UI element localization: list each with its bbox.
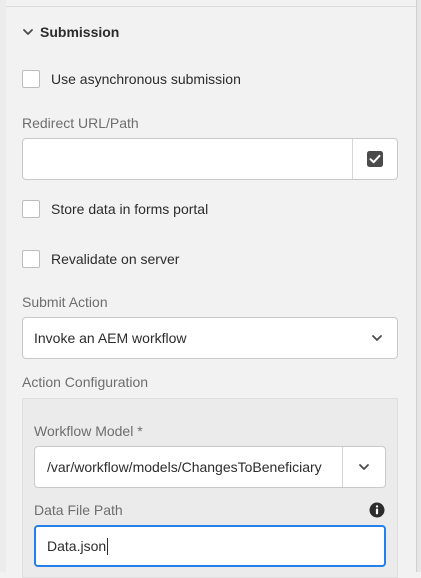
data-file-path-field[interactable]: Data.json bbox=[34, 525, 386, 567]
data-file-path-value: Data.json bbox=[47, 538, 107, 554]
chevron-down-icon bbox=[359, 464, 369, 470]
async-submission-checkbox[interactable] bbox=[22, 70, 40, 88]
submission-section-header[interactable]: Submission bbox=[22, 24, 119, 40]
submit-action-label: Submit Action bbox=[22, 294, 108, 310]
chevron-down-icon bbox=[357, 332, 397, 344]
data-file-path-label: Data File Path bbox=[34, 502, 123, 518]
revalidate-option[interactable]: Revalidate on server bbox=[22, 250, 179, 268]
store-portal-label: Store data in forms portal bbox=[51, 201, 209, 217]
info-icon[interactable] bbox=[369, 502, 385, 518]
revalidate-label: Revalidate on server bbox=[51, 251, 180, 267]
chevron-down-icon bbox=[23, 29, 33, 35]
divider bbox=[6, 6, 416, 7]
redirect-browse-button[interactable] bbox=[352, 139, 397, 179]
async-submission-label: Use asynchronous submission bbox=[51, 71, 241, 87]
workflow-model-label: Workflow Model * bbox=[34, 423, 143, 439]
submit-action-value: Invoke an AEM workflow bbox=[34, 330, 187, 346]
panel-scrollbar[interactable] bbox=[416, 0, 421, 572]
panel-left-edge bbox=[0, 0, 6, 572]
workflow-model-select[interactable]: /var/workflow/models/ChangesToBeneficiar… bbox=[34, 446, 386, 488]
redirect-label: Redirect URL/Path bbox=[22, 115, 139, 131]
store-portal-option[interactable]: Store data in forms portal bbox=[22, 200, 208, 218]
workflow-model-value: /var/workflow/models/ChangesToBeneficiar… bbox=[47, 459, 322, 475]
action-config-label: Action Configuration bbox=[22, 374, 149, 390]
checkmark-square-icon bbox=[367, 151, 383, 167]
redirect-url-field[interactable] bbox=[22, 138, 398, 180]
section-title: Submission bbox=[40, 24, 120, 40]
text-cursor bbox=[107, 537, 109, 555]
revalidate-checkbox[interactable] bbox=[22, 250, 40, 268]
submit-action-select[interactable]: Invoke an AEM workflow bbox=[22, 317, 398, 359]
workflow-model-dropdown-button[interactable] bbox=[342, 447, 385, 487]
store-portal-checkbox[interactable] bbox=[22, 200, 40, 218]
async-submission-option[interactable]: Use asynchronous submission bbox=[22, 70, 241, 88]
